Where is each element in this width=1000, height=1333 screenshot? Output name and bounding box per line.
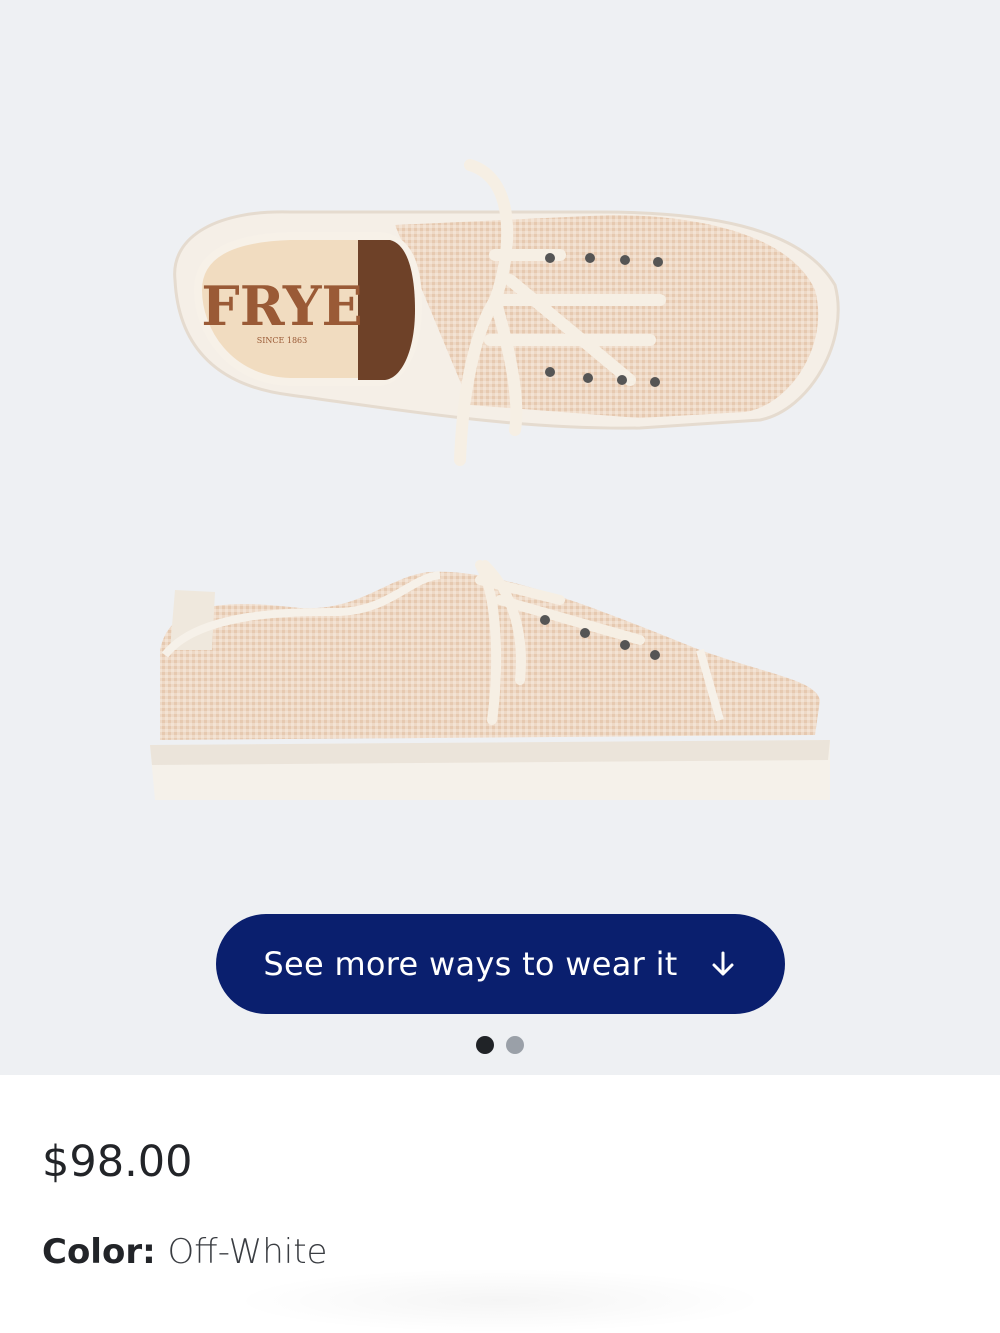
shoe-top-view: FRYE SINCE 1863 xyxy=(173,159,840,466)
carousel-pagination xyxy=(0,1036,1000,1054)
bottom-shadow xyxy=(230,1268,770,1333)
product-price: $98.00 xyxy=(42,1137,193,1187)
frye-logo: FRYE SINCE 1863 xyxy=(201,274,362,345)
color-selector: Color: Off-White xyxy=(42,1232,327,1272)
product-image[interactable]: FRYE SINCE 1863 xyxy=(0,0,1000,900)
color-label: Color: xyxy=(42,1232,168,1272)
see-more-ways-label: See more ways to wear it xyxy=(263,945,678,983)
svg-text:SINCE 1863: SINCE 1863 xyxy=(257,336,308,345)
svg-text:FRYE: FRYE xyxy=(201,274,362,338)
carousel-dot-1[interactable] xyxy=(476,1036,494,1054)
see-more-ways-button[interactable]: See more ways to wear it xyxy=(216,914,785,1014)
color-value: Off-White xyxy=(167,1232,328,1272)
carousel-dot-2[interactable] xyxy=(506,1036,524,1054)
shoe-side-view xyxy=(150,560,830,800)
arrow-down-icon xyxy=(708,949,738,979)
product-hero: FRYE SINCE 1863 See more ways to wear it xyxy=(0,0,1000,1075)
